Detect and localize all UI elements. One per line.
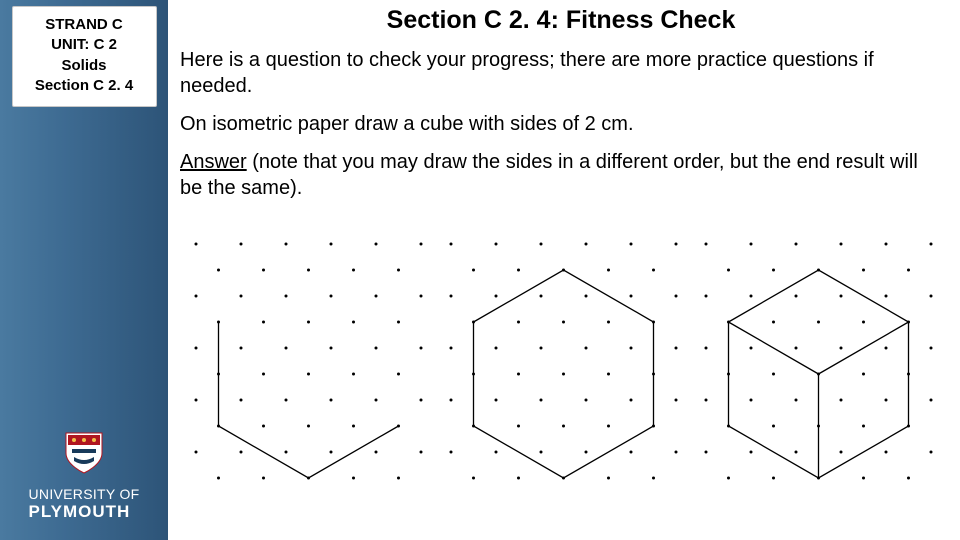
isometric-figure-step3 bbox=[696, 229, 936, 489]
answer-paragraph: Answer (note that you may draw the sides… bbox=[180, 149, 942, 201]
crest-icon bbox=[64, 429, 104, 480]
answer-label: Answer bbox=[180, 151, 247, 173]
brand-name: PLYMOUTH bbox=[29, 502, 140, 522]
isometric-figure-step1 bbox=[186, 229, 426, 489]
main-content: Section C 2. 4: Fitness Check Here is a … bbox=[168, 0, 960, 540]
section-line: Section C 2. 4 bbox=[17, 76, 152, 96]
figures-row bbox=[180, 229, 942, 489]
isometric-figure-step2 bbox=[441, 229, 681, 489]
university-brand: UNIVERSITY OF PLYMOUTH bbox=[0, 429, 168, 522]
answer-rest: (note that you may draw the sides in a d… bbox=[180, 151, 918, 199]
brand-uni: UNIVERSITY OF bbox=[29, 486, 140, 502]
question-paragraph: On isometric paper draw a cube with side… bbox=[180, 111, 942, 137]
sidebar-info-panel: STRAND C UNIT: C 2 Solids Section C 2. 4 bbox=[12, 6, 157, 107]
brand-text: UNIVERSITY OF PLYMOUTH bbox=[29, 486, 140, 522]
unit-line: UNIT: C 2 bbox=[17, 35, 152, 55]
sidebar: STRAND C UNIT: C 2 Solids Section C 2. 4… bbox=[0, 0, 168, 540]
intro-paragraph: Here is a question to check your progres… bbox=[180, 47, 942, 99]
topic-line: Solids bbox=[17, 56, 152, 76]
page-title: Section C 2. 4: Fitness Check bbox=[180, 6, 942, 35]
strand-line: STRAND C bbox=[17, 15, 152, 35]
